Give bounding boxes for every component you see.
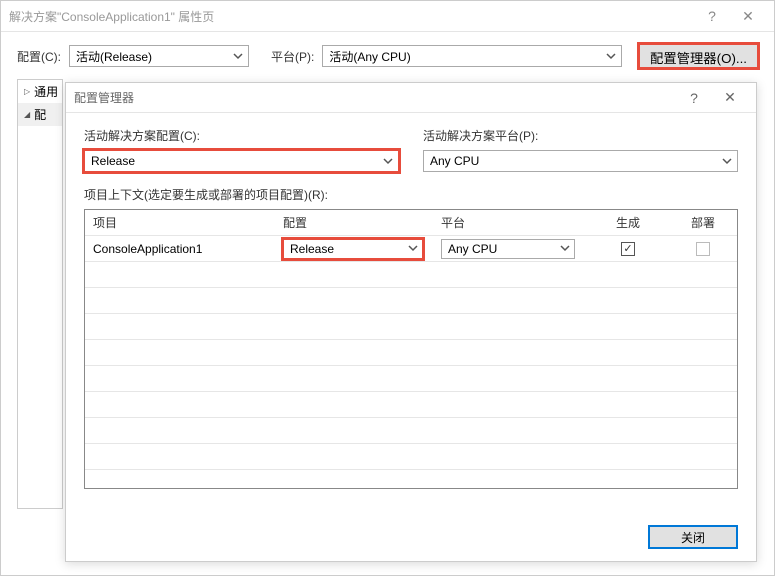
solution-config-group: 活动解决方案配置(C): Release	[84, 127, 399, 172]
child-titlebar: 配置管理器 ? ✕	[66, 83, 756, 113]
project-platform-dropdown[interactable]: Any CPU	[441, 239, 575, 259]
col-platform: 平台	[433, 214, 583, 231]
chevron-down-icon	[721, 155, 733, 167]
close-icon[interactable]: ✕	[712, 89, 748, 106]
expand-icon: ▷	[24, 87, 30, 96]
table-row	[85, 444, 737, 470]
solution-platform-value: Any CPU	[430, 154, 479, 168]
solution-platform-label: 活动解决方案平台(P):	[423, 127, 738, 144]
tree-item-config[interactable]: ◢ 配	[18, 103, 62, 126]
config-dropdown[interactable]: 活动(Release)	[69, 45, 249, 67]
solution-platform-dropdown[interactable]: Any CPU	[423, 150, 738, 172]
solution-config-value: Release	[91, 154, 135, 168]
parent-toolbar: 配置(C): 活动(Release) 平台(P): 活动(Any CPU) 配置…	[1, 32, 774, 78]
tree-label: 通用	[34, 83, 58, 100]
table-row: ConsoleApplication1 Release Any CPU	[85, 236, 737, 262]
category-tree[interactable]: ▷ 通用 ◢ 配	[17, 79, 63, 509]
help-icon[interactable]: ?	[676, 90, 712, 106]
table-row	[85, 262, 737, 288]
col-build: 生成	[583, 214, 673, 231]
project-config-cell: Release	[275, 239, 433, 259]
collapse-icon: ◢	[24, 110, 30, 119]
help-icon[interactable]: ?	[694, 8, 730, 24]
solution-config-label: 活动解决方案配置(C):	[84, 127, 399, 144]
table-row	[85, 470, 737, 496]
table-row	[85, 418, 737, 444]
deploy-checkbox[interactable]	[696, 242, 710, 256]
table-row	[85, 392, 737, 418]
config-manager-dialog: 配置管理器 ? ✕ 活动解决方案配置(C): Release 活动解决方案平台(…	[65, 82, 757, 562]
project-context-grid: 项目 配置 平台 生成 部署 ConsoleApplication1 Relea…	[84, 209, 738, 489]
close-icon[interactable]: ✕	[730, 8, 766, 25]
table-row	[85, 314, 737, 340]
config-label: 配置(C):	[17, 48, 61, 65]
config-row: 活动解决方案配置(C): Release 活动解决方案平台(P): Any CP…	[84, 127, 738, 172]
config-manager-button[interactable]: 配置管理器(O)...	[639, 44, 758, 68]
table-row	[85, 288, 737, 314]
project-name: ConsoleApplication1	[85, 242, 275, 256]
solution-platform-group: 活动解决方案平台(P): Any CPU	[423, 127, 738, 172]
project-platform-cell: Any CPU	[433, 239, 583, 259]
chevron-down-icon	[605, 50, 617, 62]
tree-item-common[interactable]: ▷ 通用	[18, 80, 62, 103]
solution-config-dropdown[interactable]: Release	[84, 150, 399, 172]
project-platform-value: Any CPU	[448, 242, 497, 256]
parent-titlebar: 解决方案"ConsoleApplication1" 属性页 ? ✕	[1, 1, 774, 31]
chevron-down-icon	[408, 242, 418, 256]
chevron-down-icon	[382, 155, 394, 167]
col-project: 项目	[85, 214, 275, 231]
parent-title: 解决方案"ConsoleApplication1" 属性页	[9, 8, 694, 25]
chevron-down-icon	[560, 242, 570, 256]
col-config: 配置	[275, 214, 433, 231]
project-config-value: Release	[290, 242, 334, 256]
build-checkbox[interactable]: ✓	[621, 242, 635, 256]
table-row	[85, 340, 737, 366]
tree-label: 配	[34, 106, 46, 123]
platform-dropdown[interactable]: 活动(Any CPU)	[322, 45, 622, 67]
deploy-cell	[673, 242, 733, 256]
config-value: 活动(Release)	[76, 48, 152, 65]
build-cell: ✓	[583, 242, 673, 256]
close-button[interactable]: 关闭	[648, 525, 738, 549]
chevron-down-icon	[232, 50, 244, 62]
child-body: 活动解决方案配置(C): Release 活动解决方案平台(P): Any CP…	[66, 113, 756, 503]
platform-label: 平台(P):	[271, 48, 314, 65]
context-hint: 项目上下文(选定要生成或部署的项目配置)(R):	[84, 186, 738, 203]
platform-value: 活动(Any CPU)	[329, 48, 410, 65]
project-config-dropdown[interactable]: Release	[283, 239, 423, 259]
table-row	[85, 366, 737, 392]
col-deploy: 部署	[673, 214, 733, 231]
child-title: 配置管理器	[74, 89, 676, 106]
grid-header: 项目 配置 平台 生成 部署	[85, 210, 737, 236]
